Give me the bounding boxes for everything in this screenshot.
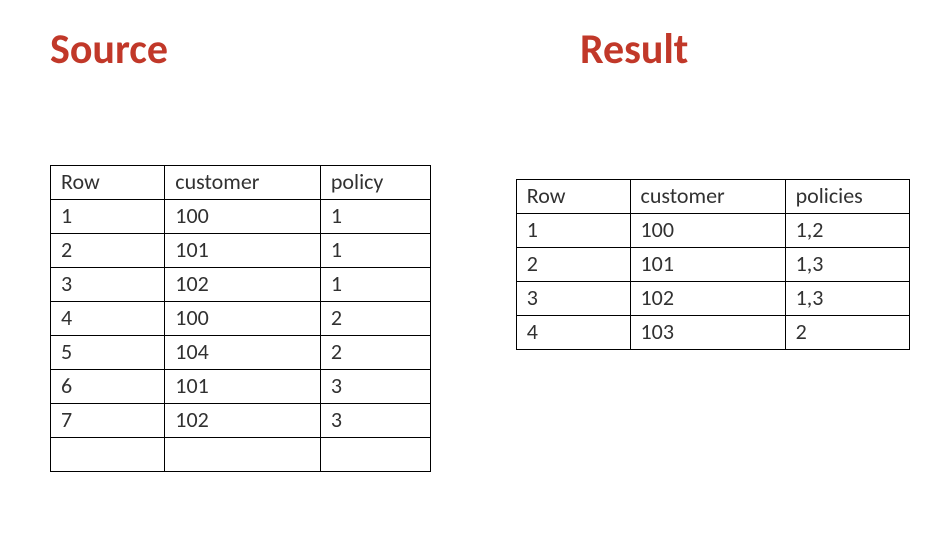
cell: 5	[51, 336, 165, 370]
cell: 1	[51, 200, 165, 234]
result-table: Row customer policies 1 100 1,2 2 101 1,…	[516, 179, 910, 350]
cell: 2	[516, 248, 630, 282]
table-header-row: Row customer policy	[51, 166, 431, 200]
cell: 3	[320, 404, 430, 438]
cell: 1,2	[785, 214, 909, 248]
table-row: 4 103 2	[516, 316, 909, 350]
cell: 3	[320, 370, 430, 404]
result-col-policies: policies	[785, 180, 909, 214]
table-row: 7 102 3	[51, 404, 431, 438]
cell: 100	[630, 214, 785, 248]
cell: 101	[165, 370, 321, 404]
cell: 4	[51, 302, 165, 336]
result-table-wrap: Row customer policies 1 100 1,2 2 101 1,…	[516, 179, 910, 350]
cell: 4	[516, 316, 630, 350]
cell: 102	[630, 282, 785, 316]
table-row: 4 100 2	[51, 302, 431, 336]
cell	[165, 438, 321, 472]
table-row: 1 100 1	[51, 200, 431, 234]
cell: 1	[320, 234, 430, 268]
cell: 2	[51, 234, 165, 268]
cell: 2	[785, 316, 909, 350]
table-row: 3 102 1	[51, 268, 431, 302]
cell: 6	[51, 370, 165, 404]
heading-source: Source	[40, 24, 520, 75]
table-row: 2 101 1	[51, 234, 431, 268]
source-table-wrap: Row customer policy 1 100 1 2 101 1	[50, 165, 431, 472]
cell: 101	[630, 248, 785, 282]
page: Source Result Row customer policy 1 100	[0, 0, 950, 536]
cell: 102	[165, 268, 321, 302]
result-col-customer: customer	[630, 180, 785, 214]
tables-row: Row customer policy 1 100 1 2 101 1	[40, 165, 910, 472]
table-row: 3 102 1,3	[516, 282, 909, 316]
cell	[320, 438, 430, 472]
cell: 1,3	[785, 248, 909, 282]
table-row: 2 101 1,3	[516, 248, 909, 282]
cell: 3	[516, 282, 630, 316]
source-col-policy: policy	[320, 166, 430, 200]
table-header-row: Row customer policies	[516, 180, 909, 214]
cell: 102	[165, 404, 321, 438]
table-row: 1 100 1,2	[516, 214, 909, 248]
source-col-customer: customer	[165, 166, 321, 200]
cell: 3	[51, 268, 165, 302]
heading-result: Result	[520, 24, 688, 75]
table-row: 5 104 2	[51, 336, 431, 370]
cell: 7	[51, 404, 165, 438]
source-table: Row customer policy 1 100 1 2 101 1	[50, 165, 431, 472]
cell: 104	[165, 336, 321, 370]
table-row: 6 101 3	[51, 370, 431, 404]
cell: 101	[165, 234, 321, 268]
cell: 2	[320, 336, 430, 370]
cell: 103	[630, 316, 785, 350]
source-col-row: Row	[51, 166, 165, 200]
cell: 1	[516, 214, 630, 248]
result-col-row: Row	[516, 180, 630, 214]
cell: 1	[320, 268, 430, 302]
table-row	[51, 438, 431, 472]
cell: 100	[165, 302, 321, 336]
cell: 100	[165, 200, 321, 234]
cell: 1,3	[785, 282, 909, 316]
cell: 1	[320, 200, 430, 234]
cell: 2	[320, 302, 430, 336]
headings-row: Source Result	[40, 24, 910, 75]
cell	[51, 438, 165, 472]
